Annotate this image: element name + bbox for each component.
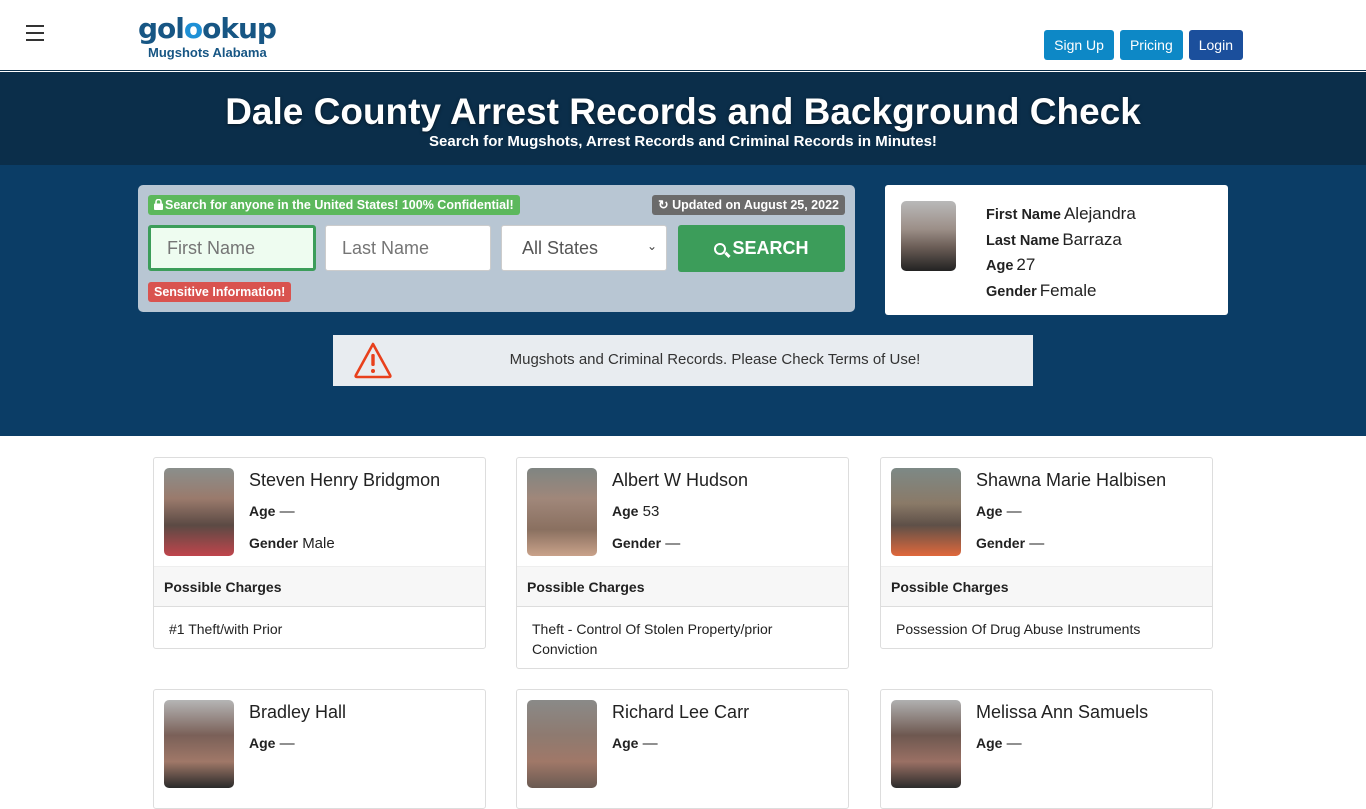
logo-wordmark: golookup (138, 12, 277, 45)
warning-text: Mugshots and Criminal Records. Please Ch… (509, 351, 921, 368)
possible-charges-header: Possible Charges (154, 566, 485, 607)
record-name[interactable]: Richard Lee Carr (612, 702, 749, 723)
mugshot-photo (527, 700, 597, 788)
mugshot-photo (164, 468, 234, 556)
state-select-wrapper: All States ⌄ (501, 225, 667, 271)
login-button[interactable]: Login (1188, 30, 1243, 60)
lock-icon (154, 198, 163, 210)
mugshot-photo (891, 700, 961, 788)
record-age: Age 53 (612, 503, 660, 520)
state-select[interactable]: All States (501, 225, 667, 271)
pricing-button[interactable]: Pricing (1119, 30, 1183, 60)
signup-button[interactable]: Sign Up (1044, 30, 1114, 60)
profile-first-name: First Name Alejandra (986, 204, 1136, 223)
nav-buttons: Sign Up Pricing Login (1044, 30, 1243, 60)
record-card[interactable]: Steven Henry Bridgmon Age — Gender Male … (153, 457, 486, 649)
page-subtitle: Search for Mugshots, Arrest Records and … (429, 133, 937, 150)
record-card[interactable]: Shawna Marie Halbisen Age — Gender — Pos… (880, 457, 1213, 649)
search-form: Search for anyone in the United States! … (138, 185, 855, 312)
search-icon (714, 243, 727, 255)
record-card[interactable]: Bradley Hall Age — (153, 689, 486, 809)
record-charges: Theft - Control Of Stolen Property/prior… (532, 621, 773, 657)
updated-badge: ↻ Updated on August 25, 2022 (652, 195, 845, 215)
record-age: Age — (976, 503, 1022, 520)
hamburger-menu-icon[interactable] (26, 25, 44, 41)
record-name[interactable]: Steven Henry Bridgmon (249, 470, 440, 491)
record-gender: Gender Male (249, 535, 335, 552)
record-age: Age — (249, 735, 295, 752)
hero-banner: Dale County Arrest Records and Backgroun… (0, 72, 1366, 165)
possible-charges-header: Possible Charges (881, 566, 1212, 607)
record-card[interactable]: Richard Lee Carr Age — (516, 689, 849, 809)
page-title: Dale County Arrest Records and Backgroun… (225, 91, 1141, 132)
record-name[interactable]: Melissa Ann Samuels (976, 702, 1148, 723)
record-age: Age — (249, 503, 295, 520)
record-name[interactable]: Bradley Hall (249, 702, 346, 723)
record-charges: Possession Of Drug Abuse Instruments (896, 621, 1141, 637)
record-card[interactable]: Melissa Ann Samuels Age — (880, 689, 1213, 809)
possible-charges-header: Possible Charges (517, 566, 848, 607)
record-gender: Gender — (976, 535, 1045, 552)
mugshot-photo (164, 700, 234, 788)
first-name-input[interactable] (148, 225, 316, 271)
featured-profile-card[interactable]: First Name Alejandra Last Name Barraza Age… (885, 185, 1228, 315)
record-age: Age — (976, 735, 1022, 752)
search-section: Search for anyone in the United States! … (0, 165, 1366, 436)
profile-age: Age 27 (986, 255, 1036, 274)
top-navbar: golookup Mugshots Alabama Sign Up Pricin… (0, 0, 1366, 71)
refresh-icon: ↻ (658, 198, 669, 212)
profile-last-name: Last Name Barraza (986, 229, 1122, 249)
record-gender: Gender — (612, 535, 681, 552)
confidential-badge: Search for anyone in the United States! … (148, 195, 520, 215)
record-name[interactable]: Shawna Marie Halbisen (976, 470, 1166, 491)
site-logo[interactable]: golookup Mugshots Alabama (138, 12, 277, 60)
record-name[interactable]: Albert W Hudson (612, 470, 748, 491)
logo-subtitle: Mugshots Alabama (148, 45, 267, 60)
record-card[interactable]: Albert W Hudson Age 53 Gender — Possible… (516, 457, 849, 669)
terms-warning-bar: Mugshots and Criminal Records. Please Ch… (333, 335, 1033, 386)
sensitive-info-badge: Sensitive Information! (148, 282, 292, 302)
profile-photo (901, 201, 956, 271)
record-charges: #1 Theft/with Prior (169, 621, 283, 637)
profile-info: First Name Alejandra Last Name Barraza Age… (986, 202, 1136, 304)
last-name-input[interactable] (325, 225, 491, 271)
search-button[interactable]: SEARCH (678, 225, 845, 272)
record-age: Age — (612, 735, 658, 752)
mugshot-photo (891, 468, 961, 556)
mugshot-photo (527, 468, 597, 556)
profile-gender: Gender Female (986, 280, 1097, 300)
